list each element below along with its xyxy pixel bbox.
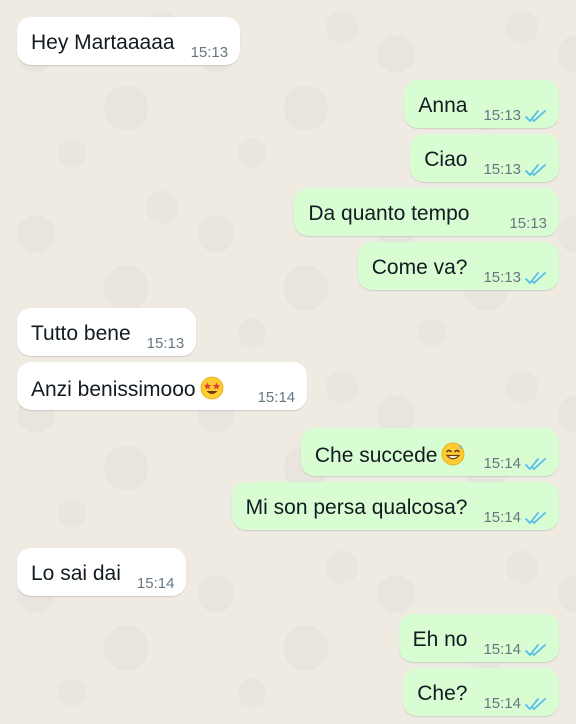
double-check-read-icon <box>525 512 546 524</box>
message-text-content: Anzi benissimooo <box>31 378 196 401</box>
message-timestamp: 15:13 <box>483 107 521 124</box>
message-text: Come va? <box>371 256 468 279</box>
outgoing-message-bubble[interactable]: Da quanto tempo 15:13 <box>294 188 559 236</box>
incoming-message-bubble[interactable]: Hey Martaaaaa 15:13 <box>17 17 241 65</box>
message-text: Anna <box>418 94 468 117</box>
outgoing-message-bubble[interactable]: Che succede 15:14 <box>300 428 559 476</box>
message-timestamp: 15:13 <box>190 44 229 61</box>
double-check-read-icon <box>525 644 546 656</box>
message-text: Da quanto tempo <box>308 202 470 225</box>
message-list[interactable]: Hey Martaaaaa 15:13 Anna 15:13 Ciao 15:1… <box>0 0 576 724</box>
double-check-read-icon <box>525 272 546 284</box>
message-text: Che succede <box>315 442 466 468</box>
message-timestamp: 15:13 <box>483 161 521 178</box>
message-text: Tutto bene <box>31 322 131 345</box>
outgoing-message-bubble[interactable]: Come va? 15:13 <box>357 242 559 290</box>
message-timestamp: 15:13 <box>483 269 521 286</box>
double-check-read-icon <box>525 110 546 122</box>
incoming-message-bubble[interactable]: Lo sai dai 15:14 <box>17 548 187 596</box>
message-timestamp: 15:13 <box>509 215 547 232</box>
message-text: Mi son persa qualcosa? <box>245 496 468 519</box>
message-timestamp: 15:14 <box>136 575 175 592</box>
message-timestamp: 15:14 <box>483 641 521 658</box>
outgoing-message-bubble[interactable]: Anna 15:13 <box>404 80 559 128</box>
double-check-read-icon <box>525 698 546 710</box>
double-check-read-icon <box>525 458 546 470</box>
outgoing-message-bubble[interactable]: Ciao 15:13 <box>410 134 559 182</box>
incoming-message-bubble[interactable]: Tutto bene 15:13 <box>17 308 197 356</box>
message-timestamp: 15:13 <box>146 335 185 352</box>
message-timestamp: 15:14 <box>483 455 521 472</box>
message-timestamp: 15:14 <box>257 389 296 406</box>
double-check-read-icon <box>525 164 546 176</box>
message-timestamp: 15:14 <box>483 695 521 712</box>
outgoing-message-bubble[interactable]: Che? 15:14 <box>403 668 559 716</box>
message-text: Anzi benissimooo <box>31 376 224 402</box>
incoming-message-bubble[interactable]: Anzi benissimooo 15:14 <box>17 362 308 410</box>
outgoing-message-bubble[interactable]: Mi son persa qualcosa? 15:14 <box>231 482 559 530</box>
message-text: Lo sai dai <box>31 562 121 585</box>
message-text: Ciao <box>424 148 468 171</box>
message-text: Che? <box>417 682 468 705</box>
message-text: Eh no <box>412 628 468 651</box>
message-text-content: Che succede <box>314 444 438 467</box>
grinning-sweat-emoji-icon <box>442 442 465 466</box>
outgoing-message-bubble[interactable]: Eh no 15:14 <box>398 614 559 662</box>
message-timestamp: 15:14 <box>483 509 521 526</box>
star-struck-emoji-icon <box>200 376 223 400</box>
message-text: Hey Martaaaaa <box>31 31 175 54</box>
